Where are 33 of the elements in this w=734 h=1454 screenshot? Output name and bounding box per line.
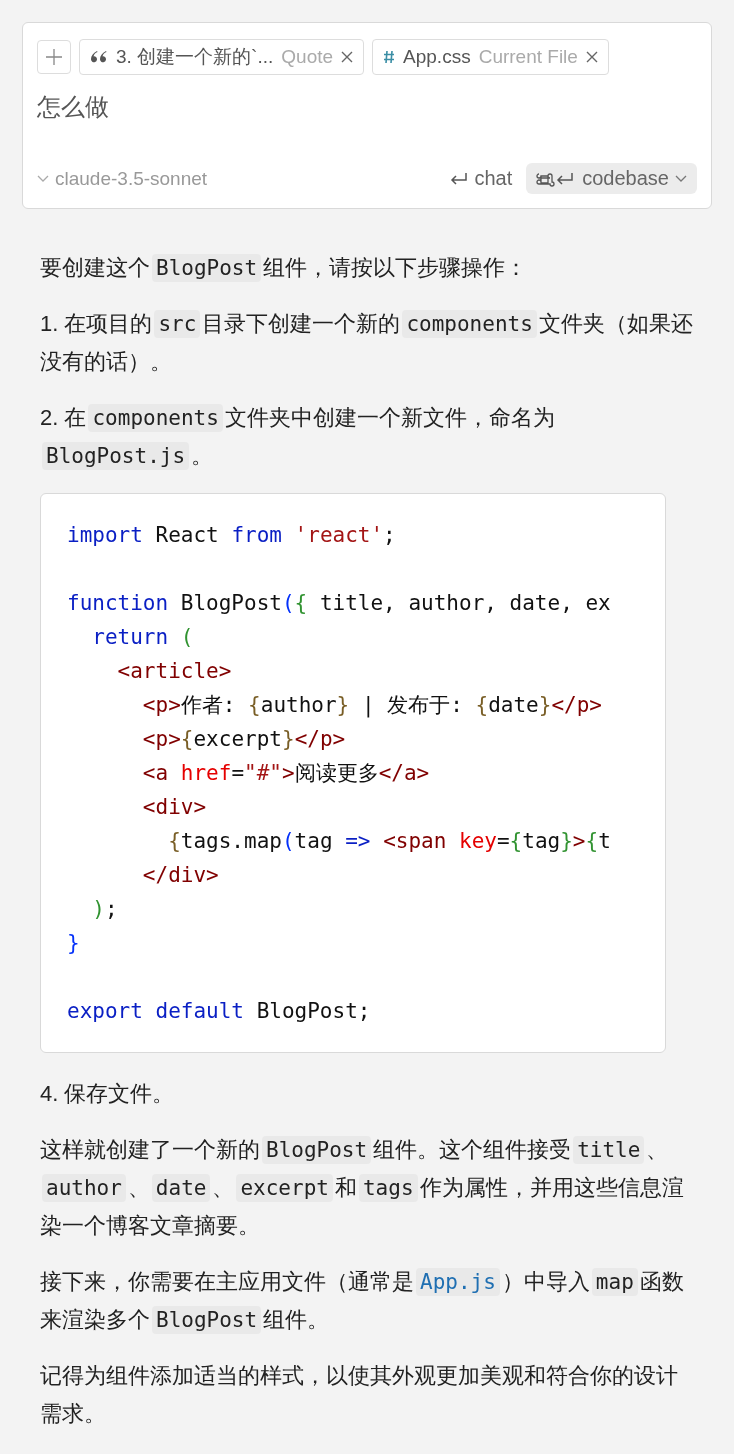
- paragraph: 要创建这个 BlogPost 组件，请按以下步骤操作：: [39, 253, 529, 284]
- chat-button[interactable]: chat: [450, 167, 513, 190]
- close-icon[interactable]: [585, 51, 598, 63]
- code-line: }: [67, 930, 81, 957]
- context-chip[interactable]: App.css Current File: [372, 39, 609, 75]
- code-line: export default BlogPost;: [67, 998, 372, 1025]
- paragraph: 接下来，你需要在主应用文件（通常是 App.js ）中导入 map 函数来渲染多个 BlogPost 组件。: [39, 1267, 685, 1336]
- code-line: <p>作者: {author} | 发布于: {date}</p>: [141, 692, 603, 720]
- plus-icon: [45, 48, 63, 66]
- paragraph: 4. 保存文件。: [39, 1080, 176, 1108]
- paragraph: 1. 在项目的 src 目录下创建一个新的 components 文件夹（如果还没有的话）。: [39, 309, 694, 376]
- code-line: <article>: [116, 658, 233, 685]
- enter-icon: [450, 171, 469, 186]
- context-chip[interactable]: 3. 创建一个新的`... Quote: [79, 39, 365, 75]
- paragraph: 这样就创建了一个新的 BlogPost 组件。这个组件接受 title 、 author 、 date 、 excerpt 和 tags 作为属性，并用这些信息渲染一个博客文章摘要。: [39, 1135, 685, 1240]
- paragraph: 记得为组件添加适当的样式，以使其外观更加美观和符合你的设计需求。: [39, 1362, 679, 1428]
- code-line: function BlogPost({ title, author, date, ex: [67, 590, 612, 617]
- code-line: <a href="#">阅读更多</a>: [141, 760, 431, 787]
- code-line: <p>{excerpt}</p>: [141, 726, 347, 753]
- code-line: );: [91, 896, 119, 923]
- chevron-icon: [675, 174, 687, 183]
- code-line: </div>: [141, 862, 220, 889]
- paragraph: 2. 在 components 文件夹中创建一个新文件，命名为 BlogPost.js 。: [39, 403, 556, 472]
- quote-icon: [90, 50, 108, 64]
- message-text[interactable]: 怎么做: [37, 91, 697, 123]
- code-line: import React from 'react';: [67, 522, 397, 549]
- code-line: <div>: [141, 794, 208, 821]
- chevron-icon: [37, 174, 49, 183]
- hash-icon: [383, 50, 396, 64]
- codebase-button[interactable]: codebase: [526, 163, 697, 194]
- code-line: return (: [91, 624, 195, 651]
- code-line: {tags.map(tag => <span key={tag}>{t: [167, 828, 612, 855]
- close-icon[interactable]: [341, 51, 354, 63]
